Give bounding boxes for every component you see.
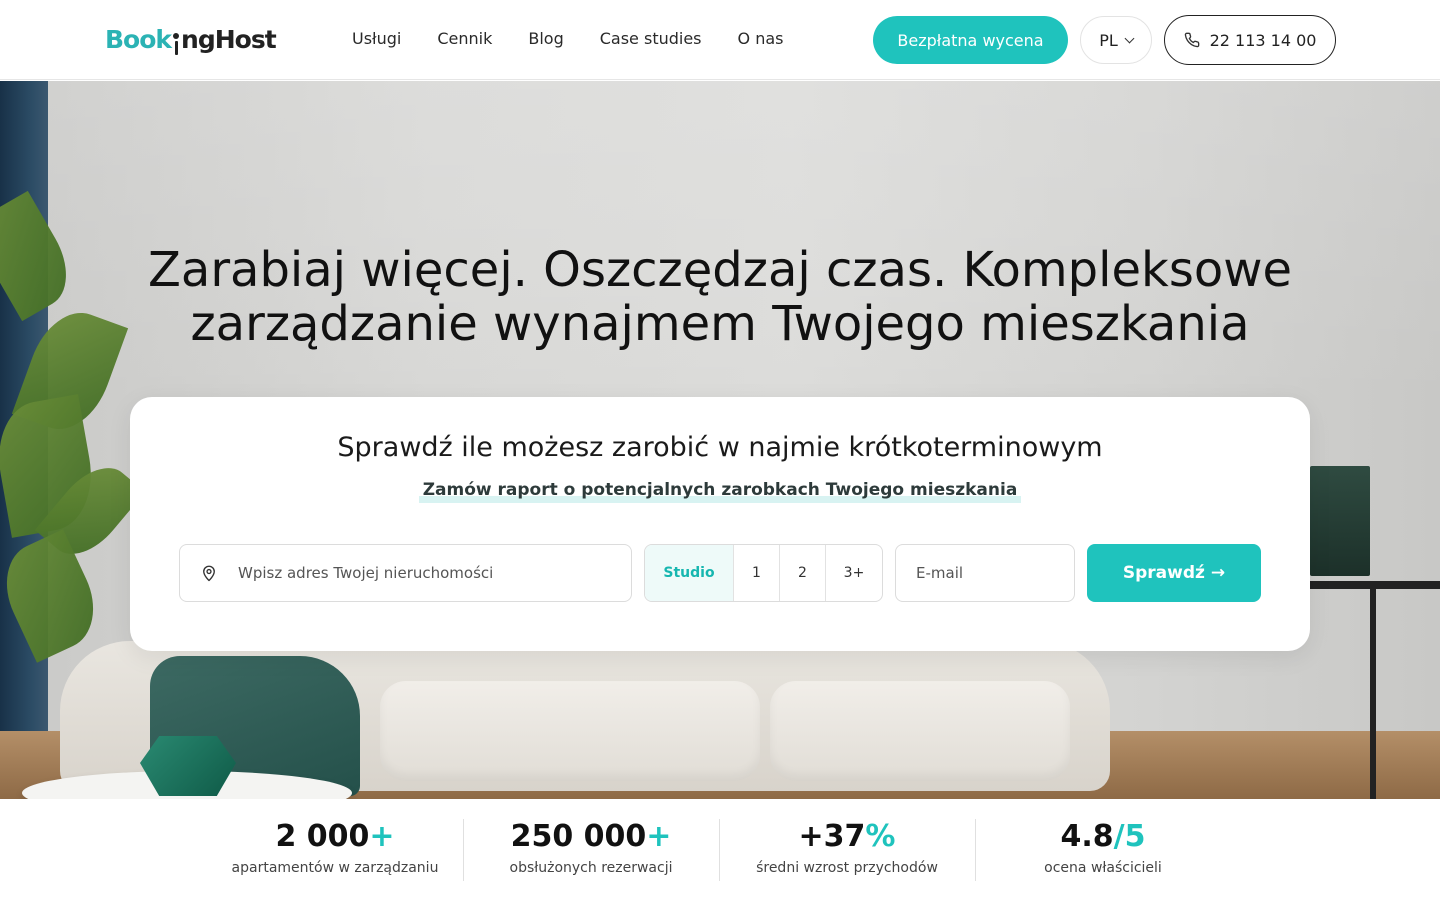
free-quote-button[interactable]: Bezpłatna wycena [873,16,1068,64]
email-input[interactable] [916,564,1056,582]
language-selector[interactable]: PL [1080,16,1152,64]
hero-background-sofa-cushion [380,681,760,781]
chevron-down-icon [1124,33,1135,43]
stat-label: ocena właścicieli [1044,860,1162,876]
stat-revenue-growth: +37% średni wzrost przychodów [719,819,975,877]
hero-background-vase [140,736,236,796]
email-field[interactable] [895,544,1075,602]
stat-value: +37% [798,819,896,854]
site-header: Book ngHost Usługi Cennik Blog Case stud… [0,0,1440,80]
stat-value: 4.8/5 [1060,819,1146,854]
logo-pin-mark [173,33,180,55]
calculator-title: Sprawdź ile możesz zarobić w najmie krót… [337,432,1103,463]
stat-value: 250 000+ [510,819,672,854]
logo-text-part2: ngHost [181,25,277,54]
room-option-2[interactable]: 2 [779,545,825,601]
nav-item-uslugi[interactable]: Usługi [352,29,401,49]
room-option-studio[interactable]: Studio [645,545,733,601]
room-count-selector: Studio 1 2 3+ [644,544,883,602]
phone-number: 22 113 14 00 [1209,30,1317,50]
stats-bar: 2 000+ apartamentów w zarządzaniu 250 00… [0,799,1440,900]
stat-value: 2 000+ [275,819,395,854]
address-input[interactable] [238,564,598,582]
location-pin-icon [203,565,215,582]
stat-owner-rating: 4.8/5 ocena właścicieli [975,819,1231,877]
earnings-calculator-card: Sprawdź ile możesz zarobić w najmie krót… [130,397,1310,651]
nav-item-blog[interactable]: Blog [528,29,563,49]
stat-apartments: 2 000+ apartamentów w zarządzaniu [207,819,463,877]
stat-reservations: 250 000+ obsłużonych rezerwacji [463,819,719,877]
nav-item-case-studies[interactable]: Case studies [600,29,702,49]
room-option-1[interactable]: 1 [733,545,779,601]
check-earnings-button[interactable]: Sprawdź → [1087,544,1261,602]
hero-background-side-table-right [1290,581,1440,799]
logo-text-part1: Book [105,25,172,54]
bookinghost-logo[interactable]: Book ngHost [105,22,277,56]
language-label: PL [1099,30,1118,50]
stat-label: obsłużonych rezerwacji [509,860,673,876]
room-option-3-plus[interactable]: 3+ [825,545,882,601]
calculator-subtitle: Zamów raport o potencjalnych zarobkach T… [130,479,1310,503]
stat-label: apartamentów w zarządzaniu [231,860,439,876]
hero-background-sofa-cushion [770,681,1070,781]
hero-title: Zarabiaj więcej. Oszczędzaj czas. Komple… [148,242,1292,352]
hero-background-boxes [1310,466,1370,576]
phone-button[interactable]: 22 113 14 00 [1164,15,1336,65]
main-nav: Usługi Cennik Blog Case studies O nas [352,29,819,49]
calculator-subtitle-text: Zamów raport o potencjalnych zarobkach T… [418,480,1022,503]
nav-item-cennik[interactable]: Cennik [437,29,492,49]
phone-icon [1184,32,1199,48]
stat-label: średni wzrost przychodów [756,860,938,876]
address-field[interactable] [179,544,632,602]
nav-item-o-nas[interactable]: O nas [738,29,784,49]
